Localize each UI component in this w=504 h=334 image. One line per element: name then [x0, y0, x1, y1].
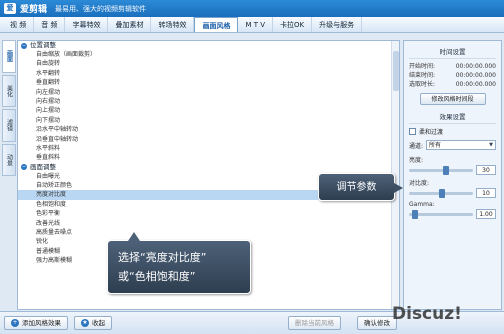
- gamma-slider[interactable]: [409, 209, 473, 219]
- duration-row: 选取时长: 00:00:00.000: [409, 80, 496, 89]
- duration-value: 00:00:00.000: [455, 81, 496, 88]
- channel-select[interactable]: 所有 ▼: [426, 140, 496, 150]
- group-header[interactable]: − 位置调整: [18, 41, 399, 50]
- menu-item[interactable]: 音 频: [34, 17, 66, 32]
- callout-line-1: 选择“亮度对比度”: [118, 251, 207, 264]
- menu-item[interactable]: 升级与服务: [312, 17, 363, 32]
- brightness-label: 亮度:: [409, 157, 424, 164]
- confirm-button[interactable]: 确认修改: [357, 316, 397, 330]
- adjust-params-callout: 调节参数: [318, 173, 403, 201]
- confirm-label: 确认修改: [364, 318, 390, 327]
- side-tab[interactable]: 美化: [2, 74, 16, 107]
- effect-list-item[interactable]: 自由旋转: [18, 59, 399, 68]
- channel-value: 所有: [429, 142, 442, 149]
- soft-transition-label: 柔和过渡: [419, 129, 444, 136]
- side-tab[interactable]: 动景: [2, 143, 16, 176]
- app-logo-icon: 爱: [4, 3, 16, 14]
- menu-item[interactable]: 视 频: [3, 17, 35, 32]
- start-time-label: 开始时间:: [409, 63, 436, 70]
- contrast-row: 10: [409, 187, 496, 199]
- menu-item[interactable]: 画面风格: [194, 17, 239, 32]
- effect-list-item[interactable]: 水平翻转: [18, 69, 399, 78]
- collapse-icon[interactable]: −: [21, 42, 27, 49]
- gamma-input[interactable]: 1.00: [476, 209, 496, 219]
- effect-list-item[interactable]: 向下摆动: [18, 116, 399, 125]
- effect-list-item[interactable]: 水平斜料: [18, 144, 399, 153]
- effect-list-item[interactable]: 高质量去噪点: [18, 228, 399, 237]
- effect-list-item[interactable]: 垂直斜料: [18, 153, 399, 162]
- contrast-input[interactable]: 10: [476, 188, 496, 198]
- scroll-thumb[interactable]: [393, 51, 399, 91]
- channel-label: 通道:: [409, 142, 424, 150]
- callout-line-2: 或“色相饱和度”: [118, 270, 196, 283]
- forum-watermark: Discuz!: [392, 304, 462, 324]
- effect-list-item[interactable]: 沿水平中轴转动: [18, 125, 399, 134]
- main-menu: 视 频音 频字幕特效 叠加素材 转场特效 画面风格 M T V 卡拉OK 升级与服务: [0, 17, 504, 33]
- brightness-input[interactable]: 30: [476, 165, 496, 175]
- effect-list-item[interactable]: 垂直翻转: [18, 78, 399, 87]
- gamma-label: Gamma:: [409, 201, 435, 208]
- gamma-slider-thumb[interactable]: [412, 209, 419, 219]
- end-time-label: 结束时间:: [409, 72, 436, 79]
- group-header[interactable]: − 画面调整: [18, 163, 399, 172]
- brightness-slider-thumb[interactable]: [443, 165, 450, 175]
- channel-row: 通道: 所有 ▼: [409, 140, 496, 150]
- effect-list-item[interactable]: 向上摆动: [18, 106, 399, 115]
- soft-transition-row[interactable]: 柔和过渡: [409, 127, 496, 136]
- effect-list-item[interactable]: 沿垂直中轴转动: [18, 135, 399, 144]
- menu-item[interactable]: M T V: [238, 17, 274, 32]
- time-settings-title: 时间设置: [409, 46, 496, 59]
- end-time-row: 结束时间: 00:00:00.000: [409, 71, 496, 80]
- duration-label: 选取时长:: [409, 81, 436, 88]
- start-time-value: 00:00:00.000: [455, 63, 496, 70]
- effect-list-item[interactable]: 向右摆动: [18, 97, 399, 106]
- settings-panel: 时间设置 开始时间: 00:00:00.000 结束时间: 00:00:00.0…: [403, 40, 502, 310]
- star-icon: ★: [81, 319, 89, 327]
- soft-transition-checkbox[interactable]: [409, 128, 416, 135]
- effect-settings-title: 效果设置: [409, 111, 496, 124]
- add-style-button[interactable]: + 添加风格效果: [4, 316, 68, 330]
- app-slogan: 最易用、强大的视频剪辑软件: [55, 4, 147, 13]
- menu-item[interactable]: 叠加素材: [108, 17, 152, 32]
- delete-style-button[interactable]: 删除当前风格: [288, 316, 341, 330]
- add-style-label: 添加风格效果: [22, 318, 61, 327]
- group-title: 画面调整: [30, 162, 56, 171]
- select-effect-callout: 选择“亮度对比度” 或“色相饱和度”: [107, 232, 251, 294]
- modify-time-button[interactable]: 修改风格时间段: [419, 93, 486, 105]
- favorite-label: 收起: [92, 318, 105, 327]
- group-title: 位置调整: [30, 41, 56, 49]
- brightness-row: 30: [409, 164, 496, 176]
- side-tabs: 画面 美化 滤镜 动景: [2, 40, 16, 176]
- effect-list-item[interactable]: 自由缩放（画面裁剪）: [18, 50, 399, 59]
- brightness-slider[interactable]: [409, 165, 473, 175]
- delete-style-label: 删除当前风格: [295, 318, 334, 327]
- contrast-slider[interactable]: [409, 188, 473, 198]
- side-tab[interactable]: 画面: [2, 40, 16, 73]
- effect-list-item[interactable]: 向左摆动: [18, 88, 399, 97]
- contrast-label: 对比度:: [409, 180, 430, 187]
- effect-list-item[interactable]: 色彩平衡: [18, 209, 399, 218]
- collapse-icon[interactable]: −: [21, 164, 27, 171]
- gamma-row: 1.00: [409, 208, 496, 220]
- effect-list-item[interactable]: 改善光线: [18, 219, 399, 228]
- menu-item[interactable]: 字幕特效: [65, 17, 109, 32]
- chevron-down-icon: ▼: [489, 142, 493, 148]
- end-time-value: 00:00:00.000: [455, 72, 496, 79]
- menu-item[interactable]: 卡拉OK: [273, 17, 313, 32]
- side-tab[interactable]: 滤镜: [2, 109, 16, 142]
- start-time-row: 开始时间: 00:00:00.000: [409, 62, 496, 71]
- app-name: 爱剪辑: [20, 5, 48, 15]
- contrast-slider-thumb[interactable]: [439, 188, 446, 198]
- plus-icon: +: [11, 319, 19, 327]
- menu-item[interactable]: 转场特效: [151, 17, 195, 32]
- title-bar: 爱 爱剪辑 最易用、强大的视频剪辑软件: [0, 0, 504, 17]
- favorite-button[interactable]: ★ 收起: [74, 316, 112, 330]
